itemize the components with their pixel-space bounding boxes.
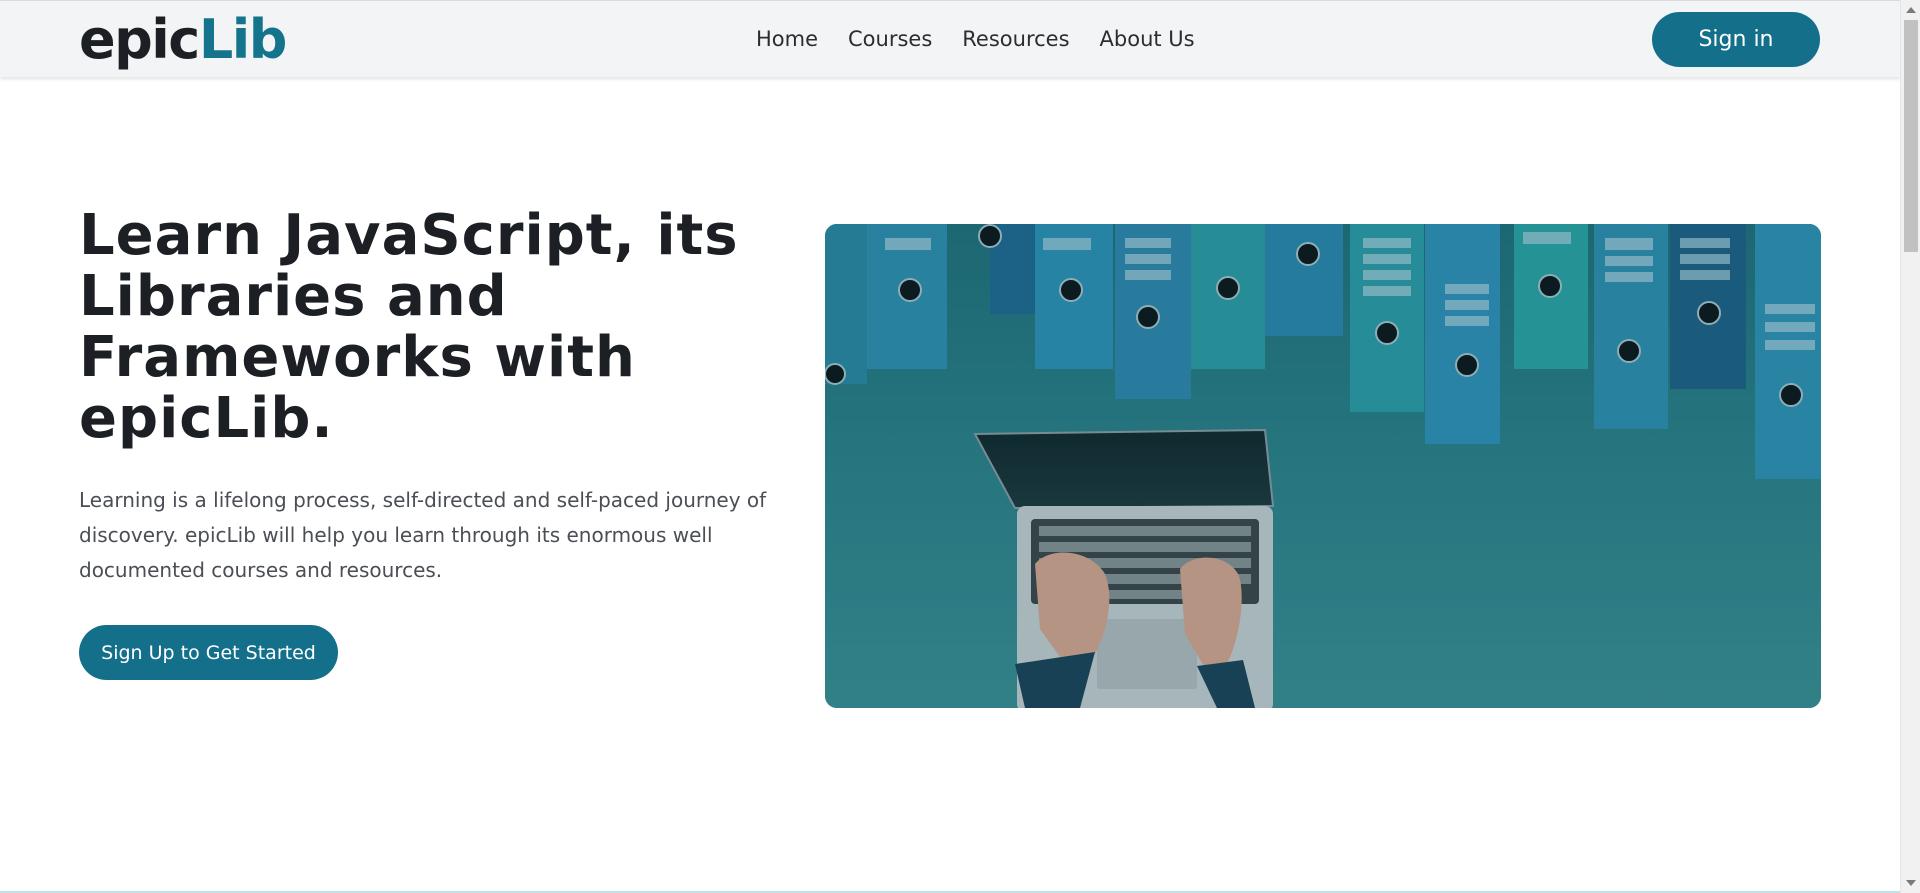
scroll-thumb[interactable] bbox=[1904, 20, 1918, 252]
hero-image bbox=[825, 224, 1821, 708]
nav-link-resources[interactable]: Resources bbox=[962, 25, 1069, 53]
brand-logo-part2: Lib bbox=[198, 8, 288, 71]
brand-logo[interactable]: epicLib bbox=[79, 7, 288, 73]
nav-link-about-us[interactable]: About Us bbox=[1100, 25, 1195, 53]
nav-link-home[interactable]: Home bbox=[756, 25, 818, 53]
page-scrollbar[interactable] bbox=[1900, 0, 1920, 893]
scroll-up-arrow-icon[interactable] bbox=[1906, 7, 1916, 13]
brand-logo-part1: epic bbox=[79, 8, 200, 71]
top-navbar: epicLib Home Courses Resources About Us … bbox=[0, 0, 1900, 77]
scroll-down-arrow-icon[interactable] bbox=[1906, 880, 1916, 886]
nav-links: Home Courses Resources About Us bbox=[756, 25, 1195, 53]
hero-title: Learn JavaScript, its Libraries and Fram… bbox=[79, 203, 739, 451]
nav-link-courses[interactable]: Courses bbox=[848, 25, 932, 53]
sign-in-button[interactable]: Sign in bbox=[1652, 12, 1820, 67]
hero-description: Learning is a lifelong process, self-dir… bbox=[79, 488, 767, 582]
laptop-binders-photo-icon bbox=[825, 224, 1821, 708]
sign-up-cta-button[interactable]: Sign Up to Get Started bbox=[79, 625, 338, 680]
